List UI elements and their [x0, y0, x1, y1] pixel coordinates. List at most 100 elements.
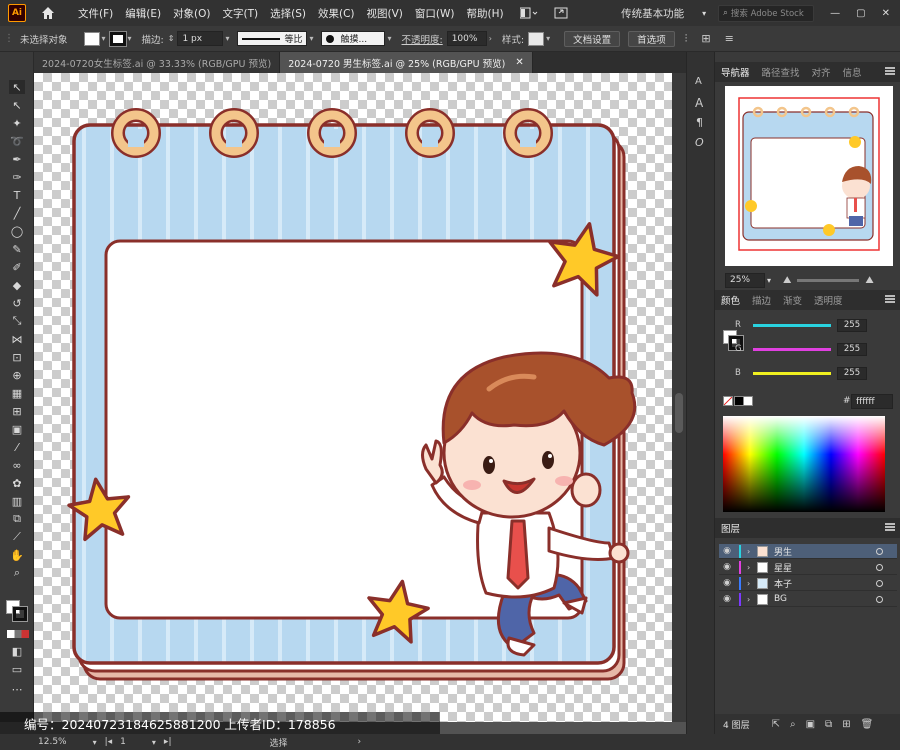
- chevron-right-icon[interactable]: ›: [747, 563, 757, 572]
- stepper-icon[interactable]: ⇕: [168, 34, 175, 43]
- paragraph-styles-icon[interactable]: A: [695, 76, 702, 87]
- layer-target-icon[interactable]: [876, 595, 883, 603]
- green-slider[interactable]: [753, 347, 831, 351]
- visibility-eye-icon[interactable]: ◉: [719, 562, 735, 572]
- color-spectrum[interactable]: [723, 416, 885, 512]
- panel-menu-icon[interactable]: [885, 67, 895, 75]
- layer-row-bg[interactable]: ◉ › BG: [719, 592, 897, 607]
- export-icon[interactable]: ⇱: [772, 719, 780, 730]
- tab-girl-label[interactable]: 2024-0720女生标签.ai @ 33.33% (RGB/GPU 预览): [34, 52, 281, 73]
- rotate-tool-icon[interactable]: ↺: [9, 296, 25, 310]
- home-icon[interactable]: [40, 5, 56, 21]
- more-tools-icon[interactable]: ⋯: [9, 682, 25, 696]
- shape-builder-icon[interactable]: ⊕: [9, 368, 25, 382]
- paintbrush-tool-icon[interactable]: ✎: [9, 242, 25, 256]
- document-setup-button[interactable]: 文档设置: [564, 30, 621, 47]
- new-layer-icon[interactable]: ⊞: [842, 719, 850, 730]
- new-sublayer-icon[interactable]: ⧉: [825, 719, 832, 730]
- artboard-next-icon[interactable]: ▸|: [164, 737, 172, 747]
- tab-navigator[interactable]: 导航器: [715, 65, 756, 79]
- tab-info[interactable]: 信息: [837, 65, 868, 79]
- panel-menu-icon[interactable]: [885, 523, 895, 531]
- magic-wand-icon[interactable]: ✦: [9, 116, 25, 130]
- stroke-profile-select[interactable]: 等比: [237, 31, 308, 46]
- stroke-swatch[interactable]: [108, 30, 127, 47]
- direct-selection-tool-icon[interactable]: ↖: [9, 98, 25, 112]
- hex-field[interactable]: ffffff: [851, 394, 893, 409]
- blue-value-field[interactable]: 255: [837, 366, 867, 380]
- chevron-down-icon[interactable]: ▾: [152, 738, 156, 747]
- chevron-right-icon[interactable]: ›: [489, 34, 492, 43]
- white-swatch[interactable]: [743, 396, 753, 406]
- status-zoom[interactable]: 12.5%: [38, 737, 67, 747]
- tab-pathfinder[interactable]: 路径查找: [756, 65, 806, 79]
- preferences-button[interactable]: 首选项: [628, 30, 675, 47]
- menu-help[interactable]: 帮助(H): [467, 6, 504, 21]
- zoom-slider[interactable]: [797, 278, 860, 282]
- shaper-tool-icon[interactable]: ✐: [9, 260, 25, 274]
- scroll-thumb[interactable]: [675, 393, 683, 433]
- slice-tool-icon[interactable]: ⟋: [9, 530, 25, 544]
- lasso-tool-icon[interactable]: ➰: [9, 134, 25, 148]
- line-tool-icon[interactable]: ╱: [9, 206, 25, 220]
- canvas[interactable]: [34, 73, 686, 722]
- zoom-in-icon[interactable]: ⛰: [865, 275, 873, 286]
- transform-icon[interactable]: ⊞: [701, 32, 710, 45]
- eraser-tool-icon[interactable]: ◆: [9, 278, 25, 292]
- vertical-scrollbar[interactable]: [672, 73, 686, 722]
- red-slider[interactable]: [753, 323, 831, 327]
- symbol-sprayer-icon[interactable]: ✿: [9, 476, 25, 490]
- menu-effect[interactable]: 效果(C): [318, 6, 355, 21]
- layer-row-notebook[interactable]: ◉ › 本子: [719, 576, 897, 591]
- fill-swatch[interactable]: [83, 31, 100, 46]
- ellipse-tool-icon[interactable]: ◯: [9, 224, 25, 238]
- stock-search-input[interactable]: ⌕ 搜索 Adobe Stock: [718, 4, 815, 22]
- perspective-grid-icon[interactable]: ▦: [9, 386, 25, 400]
- color-mode-icons[interactable]: [7, 630, 29, 638]
- tab-gradient[interactable]: 渐变: [777, 293, 808, 307]
- tab-boy-label[interactable]: 2024-0720 男生标签.ai @ 25% (RGB/GPU 预览) ✕: [280, 52, 533, 73]
- tab-transparency[interactable]: 透明度: [808, 293, 849, 307]
- menu-edit[interactable]: 编辑(E): [125, 6, 161, 21]
- character-icon[interactable]: A: [695, 96, 703, 110]
- chevron-right-icon[interactable]: ›: [747, 595, 757, 604]
- trash-icon[interactable]: 🗑: [861, 719, 874, 730]
- layer-target-icon[interactable]: [876, 547, 883, 555]
- chevron-down-icon[interactable]: ▾: [93, 738, 97, 747]
- red-value-field[interactable]: 255: [837, 318, 867, 332]
- chevron-down-icon[interactable]: ▾: [546, 34, 550, 43]
- close-tab-icon[interactable]: ✕: [515, 57, 523, 68]
- mesh-tool-icon[interactable]: ⊞: [9, 404, 25, 418]
- none-swatch[interactable]: [723, 396, 733, 406]
- layer-target-icon[interactable]: [876, 579, 883, 587]
- menu-window[interactable]: 窗口(W): [415, 6, 455, 21]
- chevron-down-icon[interactable]: ▾: [309, 34, 313, 43]
- chevron-down-icon[interactable]: ▾: [128, 34, 132, 43]
- screen-mode-icon[interactable]: ▭: [9, 662, 25, 676]
- artboard-number[interactable]: 1: [120, 737, 126, 747]
- tab-stroke[interactable]: 描边: [746, 293, 777, 307]
- workspace-switcher[interactable]: 传统基本功能: [621, 6, 684, 21]
- column-graph-icon[interactable]: ▥: [9, 494, 25, 508]
- style-swatch[interactable]: [528, 31, 545, 46]
- blend-tool-icon[interactable]: ∞: [9, 458, 25, 472]
- clipping-mask-icon[interactable]: ▣: [806, 719, 815, 730]
- draw-mode-icon[interactable]: ◧: [9, 644, 25, 658]
- brush-select[interactable]: 触摸...: [321, 31, 386, 46]
- chevron-down-icon[interactable]: ▾: [102, 34, 106, 43]
- eyedropper-tool-icon[interactable]: ⁄: [9, 440, 25, 454]
- menu-file[interactable]: 文件(F): [78, 6, 113, 21]
- chevron-down-icon[interactable]: ▾: [225, 34, 229, 43]
- type-tool-icon[interactable]: T: [9, 188, 25, 202]
- artboard-tool-icon[interactable]: ⧉: [9, 512, 25, 526]
- tab-layers[interactable]: 图层: [715, 521, 746, 535]
- arrange-documents-icon[interactable]: [519, 7, 548, 19]
- panel-menu-icon[interactable]: [885, 295, 895, 303]
- visibility-eye-icon[interactable]: ◉: [719, 546, 735, 556]
- menu-object[interactable]: 对象(O): [173, 6, 210, 21]
- chevron-right-icon[interactable]: ›: [747, 579, 757, 588]
- scale-tool-icon[interactable]: ⤡: [9, 314, 25, 328]
- width-tool-icon[interactable]: ⋈: [9, 332, 25, 346]
- tab-align[interactable]: 对齐: [806, 65, 837, 79]
- navigator-zoom-field[interactable]: 25%: [725, 272, 765, 288]
